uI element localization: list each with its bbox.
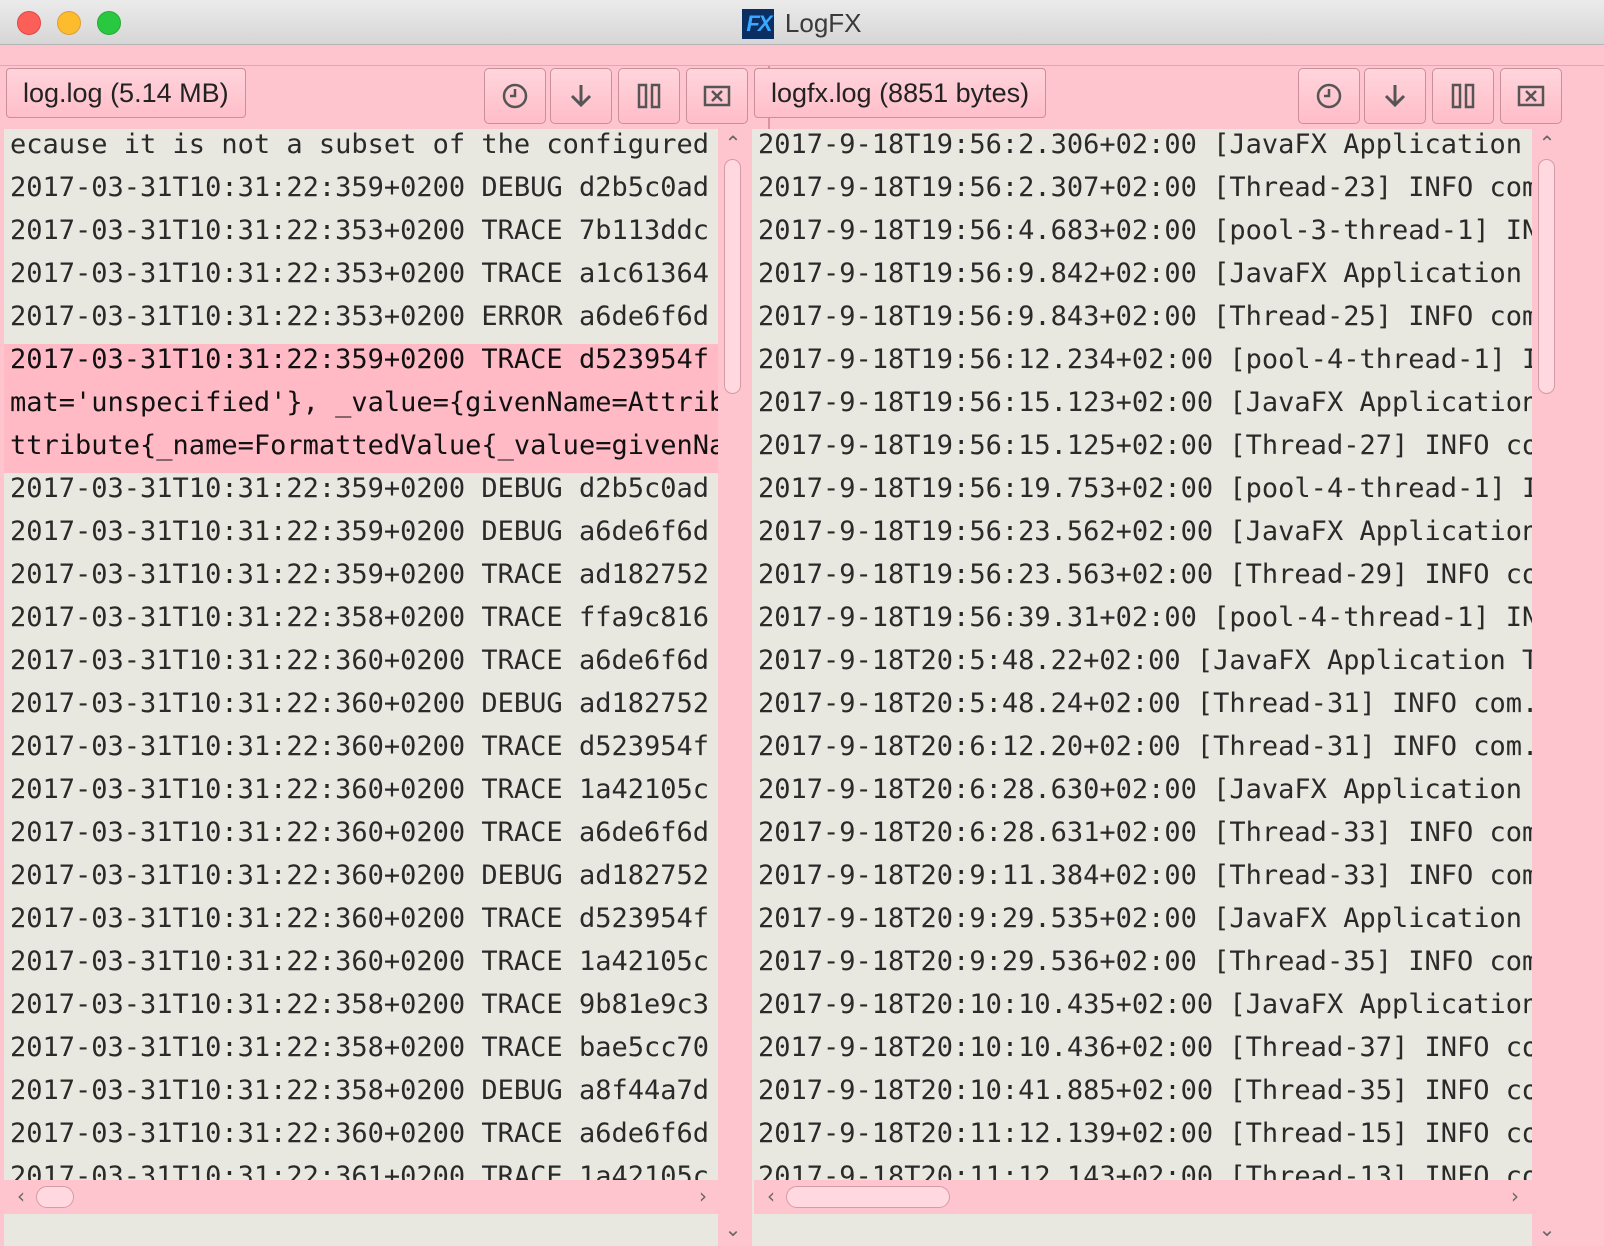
log-line[interactable]: 2017-03-31T10:31:22:360+0200 DEBUG ad182…: [4, 688, 718, 731]
log-line[interactable]: 2017-03-31T10:31:22:358+0200 TRACE 9b81e…: [4, 989, 718, 1032]
vertical-scrollbar-left[interactable]: ⌃ ⌄: [718, 129, 748, 1246]
log-line[interactable]: 2017-9-18T20:5:48.22+02:00 [JavaFX Appli…: [752, 645, 1532, 688]
log-line[interactable]: 2017-9-18T20:6:28.631+02:00 [Thread-33] …: [752, 817, 1532, 860]
log-line[interactable]: 2017-03-31T10:31:22:353+0200 TRACE 7b113…: [4, 215, 718, 258]
log-line[interactable]: 2017-03-31T10:31:22:360+0200 TRACE a6de6…: [4, 645, 718, 688]
window-title-group: FX LogFX: [0, 8, 1604, 39]
log-line[interactable]: 2017-03-31T10:31:22:358+0200 TRACE ffa9c…: [4, 602, 718, 645]
close-pane-button-right[interactable]: [1500, 68, 1562, 124]
log-line[interactable]: 2017-9-18T20:5:48.24+02:00 [Thread-31] I…: [752, 688, 1532, 731]
log-line[interactable]: 2017-03-31T10:31:22:358+0200 TRACE bae5c…: [4, 1032, 718, 1075]
scroll-up-icon[interactable]: ⌃: [718, 131, 748, 155]
vertical-scroll-thumb-right[interactable]: [1538, 159, 1555, 394]
vertical-scroll-thumb-left[interactable]: [724, 159, 741, 394]
scroll-up-icon[interactable]: ⌃: [1532, 131, 1562, 155]
tail-button-right[interactable]: [1364, 68, 1426, 124]
log-line[interactable]: 2017-03-31T10:31:22:358+0200 DEBUG a8f44…: [4, 1075, 718, 1118]
horizontal-scroll-thumb-right[interactable]: [786, 1186, 950, 1208]
log-line[interactable]: ecause it is not a subset of the configu…: [4, 129, 718, 172]
log-line[interactable]: 2017-03-31T10:31:22:360+0200 TRACE d5239…: [4, 731, 718, 774]
horizontal-scrollbar-right[interactable]: ‹ ›: [754, 1180, 1532, 1214]
log-line[interactable]: 2017-03-31T10:31:22:353+0200 ERROR a6de6…: [4, 301, 718, 344]
arrow-down-icon: [570, 85, 592, 108]
log-line[interactable]: 2017-9-18T19:56:2.306+02:00 [JavaFX Appl…: [752, 129, 1532, 172]
pause-icon: [637, 83, 661, 109]
scroll-down-icon[interactable]: ⌄: [718, 1217, 748, 1241]
log-line[interactable]: 2017-9-18T19:56:23.562+02:00 [JavaFX App…: [752, 516, 1532, 559]
log-line[interactable]: 2017-9-18T19:56:9.843+02:00 [Thread-25] …: [752, 301, 1532, 344]
log-line[interactable]: 2017-9-18T19:56:15.123+02:00 [JavaFX App…: [752, 387, 1532, 430]
log-line[interactable]: 2017-9-18T20:9:11.384+02:00 [Thread-33] …: [752, 860, 1532, 903]
app-logo-icon: FX: [742, 8, 775, 39]
vertical-scrollbar-right[interactable]: ⌃ ⌄: [1532, 129, 1562, 1246]
pause-button-left[interactable]: [618, 68, 680, 124]
log-line[interactable]: 2017-9-18T20:10:10.436+02:00 [Thread-37]…: [752, 1032, 1532, 1075]
log-line[interactable]: 2017-9-18T20:6:28.630+02:00 [JavaFX Appl…: [752, 774, 1532, 817]
horizontal-scrollbar-left[interactable]: ‹ ›: [4, 1180, 718, 1214]
close-box-icon: [1517, 85, 1545, 107]
log-line[interactable]: 2017-9-18T19:56:15.125+02:00 [Thread-27]…: [752, 430, 1532, 473]
log-line[interactable]: 2017-9-18T20:6:12.20+02:00 [Thread-31] I…: [752, 731, 1532, 774]
log-view-right[interactable]: 2017-9-18T19:56:2.306+02:00 [JavaFX Appl…: [752, 129, 1532, 1246]
log-line[interactable]: 2017-03-31T10:31:22:360+0200 TRACE a6de6…: [4, 817, 718, 860]
horizontal-scroll-thumb-left[interactable]: [36, 1186, 74, 1208]
pause-icon: [1451, 83, 1475, 109]
log-view-left[interactable]: ecause it is not a subset of the configu…: [4, 129, 718, 1246]
log-line[interactable]: 2017-9-18T20:10:10.435+02:00 [JavaFX App…: [752, 989, 1532, 1032]
menu-strip: [0, 45, 1604, 66]
log-line[interactable]: 2017-03-31T10:31:22:359+0200 TRACE d5239…: [4, 344, 718, 387]
scroll-left-icon[interactable]: ‹: [6, 1184, 36, 1208]
clock-icon: [502, 83, 528, 109]
scroll-right-icon[interactable]: ›: [688, 1184, 718, 1208]
clock-button-right[interactable]: [1298, 68, 1360, 124]
log-line[interactable]: mat='unspecified'}, _value={givenName=At…: [4, 387, 718, 430]
log-line[interactable]: 2017-03-31T10:31:22:360+0200 TRACE a6de6…: [4, 1118, 718, 1161]
title-bar: FX LogFX: [0, 0, 1604, 45]
log-line[interactable]: 2017-9-18T19:56:4.683+02:00 [pool-3-thre…: [752, 215, 1532, 258]
file-label-left[interactable]: log.log (5.14 MB): [6, 68, 246, 118]
log-line[interactable]: 2017-03-31T10:31:22:360+0200 TRACE d5239…: [4, 903, 718, 946]
scroll-right-icon[interactable]: ›: [1500, 1184, 1530, 1208]
log-line[interactable]: 2017-03-31T10:31:22:359+0200 TRACE ad182…: [4, 559, 718, 602]
log-line[interactable]: 2017-9-18T20:11:12.139+02:00 [Thread-15]…: [752, 1118, 1532, 1161]
log-line[interactable]: 2017-03-31T10:31:22:359+0200 DEBUG d2b5c…: [4, 473, 718, 516]
log-line[interactable]: 2017-9-18T20:9:29.536+02:00 [Thread-35] …: [752, 946, 1532, 989]
log-line[interactable]: 2017-9-18T19:56:12.234+02:00 [pool-4-thr…: [752, 344, 1532, 387]
log-line[interactable]: 2017-9-18T19:56:2.307+02:00 [Thread-23] …: [752, 172, 1532, 215]
close-box-icon: [703, 85, 731, 107]
log-line[interactable]: 2017-9-18T20:9:29.535+02:00 [JavaFX Appl…: [752, 903, 1532, 946]
arrow-down-icon: [1384, 85, 1406, 108]
log-line[interactable]: 2017-03-31T10:31:22:360+0200 TRACE 1a421…: [4, 946, 718, 989]
pause-button-right[interactable]: [1432, 68, 1494, 124]
scroll-down-icon[interactable]: ⌄: [1532, 1217, 1562, 1241]
log-line[interactable]: 2017-03-31T10:31:22:360+0200 TRACE 1a421…: [4, 774, 718, 817]
log-line[interactable]: 2017-03-31T10:31:22:359+0200 DEBUG a6de6…: [4, 516, 718, 559]
window-title: LogFX: [784, 8, 862, 38]
log-line[interactable]: 2017-03-31T10:31:22:359+0200 DEBUG d2b5c…: [4, 172, 718, 215]
log-line[interactable]: 2017-9-18T19:56:19.753+02:00 [pool-4-thr…: [752, 473, 1532, 516]
log-line[interactable]: 2017-9-18T19:56:23.563+02:00 [Thread-29]…: [752, 559, 1532, 602]
log-line[interactable]: 2017-9-18T19:56:39.31+02:00 [pool-4-thre…: [752, 602, 1532, 645]
close-pane-button-left[interactable]: [686, 68, 748, 124]
tail-button-left[interactable]: [550, 68, 612, 124]
log-line[interactable]: ttribute{_name=FormattedValue{_value=giv…: [4, 430, 718, 473]
log-pane-left: log.log (5.14 MB) ecause it is not a sub…: [0, 66, 768, 1246]
log-line[interactable]: 2017-03-31T10:31:22:353+0200 TRACE a1c61…: [4, 258, 718, 301]
log-line[interactable]: 2017-9-18T19:56:9.842+02:00 [JavaFX Appl…: [752, 258, 1532, 301]
file-label-right[interactable]: logfx.log (8851 bytes): [754, 68, 1047, 118]
log-pane-right: logfx.log (8851 bytes) 2017-9-18T19:56:2…: [752, 66, 1604, 1246]
scroll-left-icon[interactable]: ‹: [756, 1184, 786, 1208]
log-line[interactable]: 2017-9-18T20:10:41.885+02:00 [Thread-35]…: [752, 1075, 1532, 1118]
log-line[interactable]: 2017-03-31T10:31:22:360+0200 DEBUG ad182…: [4, 860, 718, 903]
clock-button-left[interactable]: [484, 68, 546, 124]
clock-icon: [1316, 83, 1342, 109]
